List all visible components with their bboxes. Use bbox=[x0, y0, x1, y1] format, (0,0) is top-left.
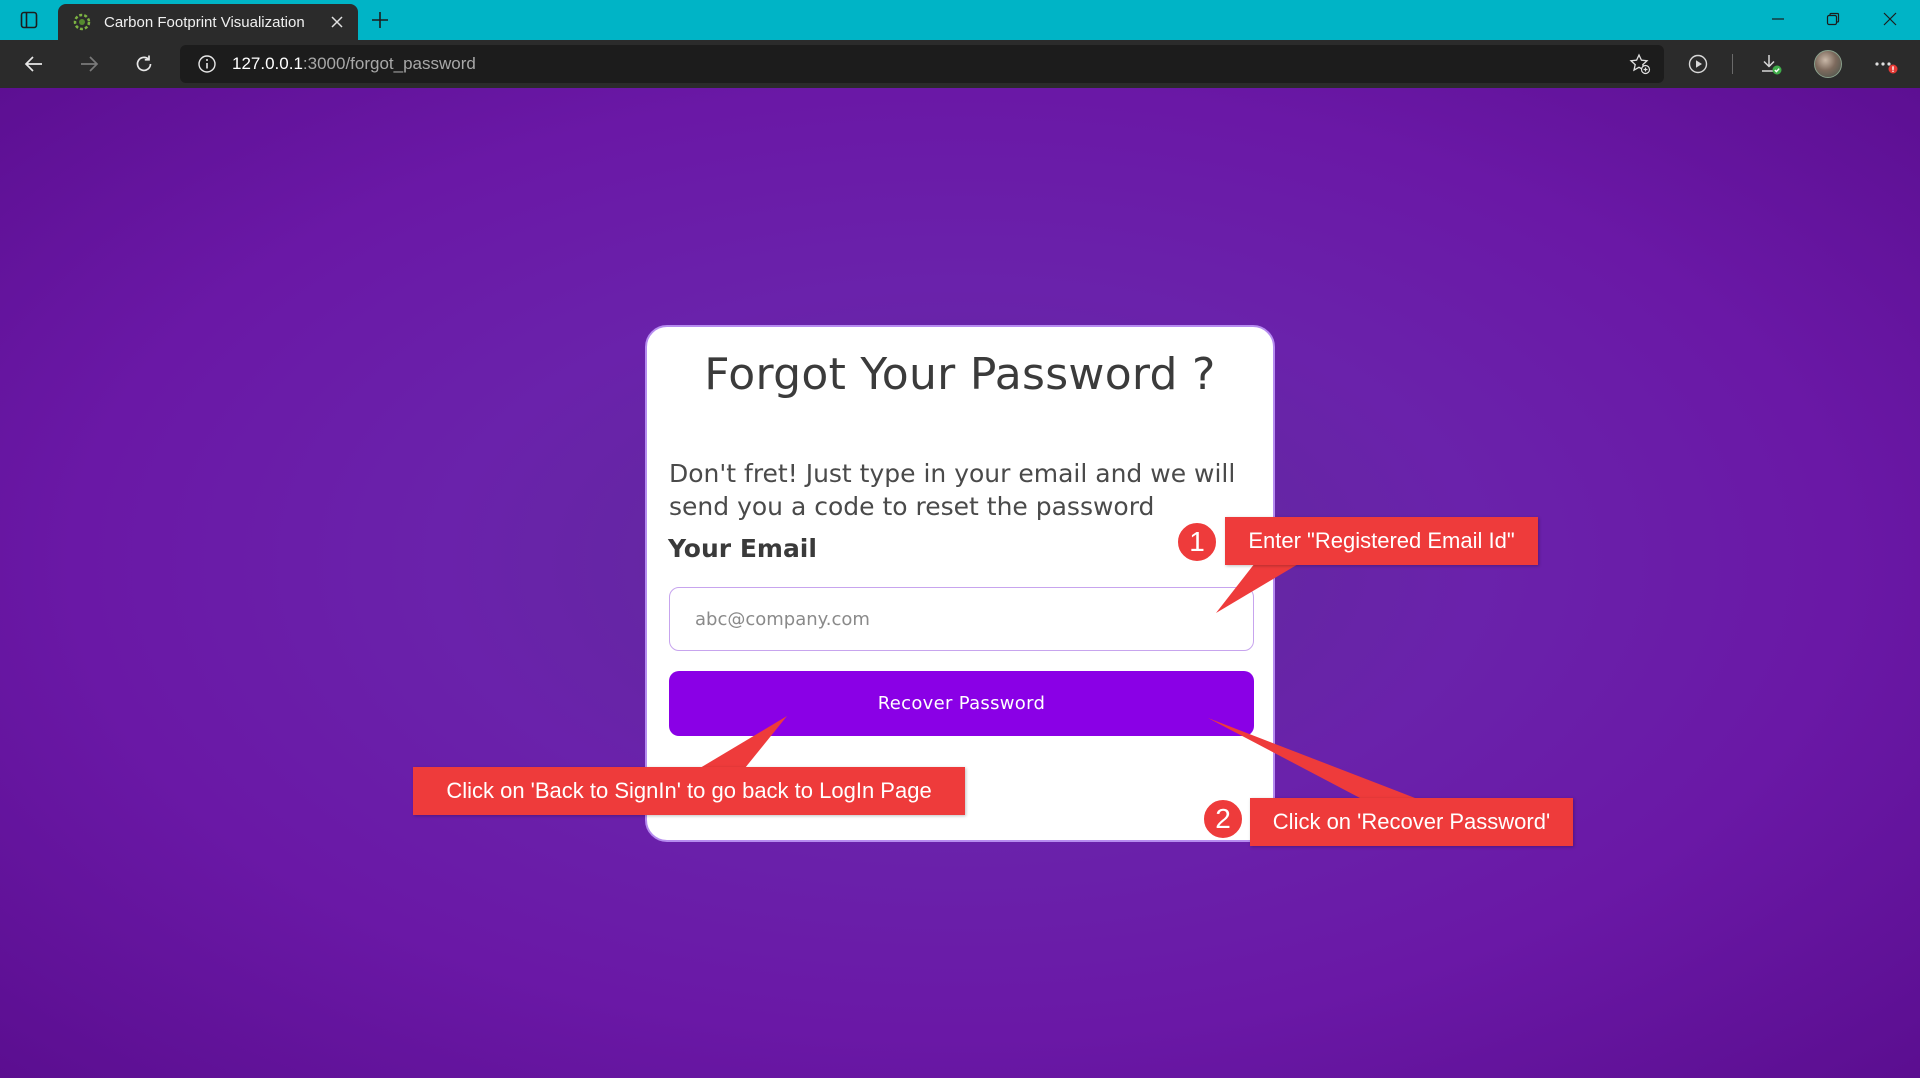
forgot-password-card: Forgot Your Password ? Don't fret! Just … bbox=[645, 325, 1275, 842]
reload-icon[interactable] bbox=[128, 48, 160, 80]
email-input[interactable] bbox=[669, 587, 1254, 651]
url-path: :3000/forgot_password bbox=[302, 54, 476, 73]
step1-badge: 1 bbox=[1176, 521, 1218, 563]
more-menu-icon[interactable] bbox=[1872, 50, 1900, 78]
back-arrow-icon[interactable] bbox=[18, 48, 50, 80]
browser-titlebar: Carbon Footprint Visualization bbox=[0, 0, 1920, 40]
toolbar-divider bbox=[1732, 54, 1733, 74]
new-tab-icon[interactable] bbox=[366, 6, 394, 34]
close-window-icon[interactable] bbox=[1868, 4, 1912, 34]
page-title: Forgot Your Password ? bbox=[704, 349, 1216, 400]
add-favorite-icon[interactable] bbox=[1628, 52, 1652, 76]
page-background: Forgot Your Password ? Don't fret! Just … bbox=[0, 88, 1920, 1078]
recover-password-button[interactable]: Recover Password bbox=[669, 671, 1254, 736]
email-label: Your Email bbox=[668, 534, 817, 563]
browser-tab[interactable]: Carbon Footprint Visualization bbox=[58, 4, 358, 40]
leaf-favicon-icon bbox=[72, 12, 92, 32]
sidebar-toggle-icon[interactable] bbox=[18, 9, 40, 31]
site-info-icon[interactable] bbox=[196, 53, 218, 75]
url-text[interactable]: 127.0.0.1:3000/forgot_password bbox=[232, 54, 476, 74]
step2-callout: Click on 'Recover Password' bbox=[1250, 798, 1573, 846]
read-aloud-icon[interactable] bbox=[1684, 50, 1712, 78]
restore-icon[interactable] bbox=[1811, 4, 1855, 34]
profile-avatar[interactable] bbox=[1814, 50, 1842, 78]
tab-close-icon[interactable] bbox=[322, 7, 352, 37]
back-to-signin-callout: Click on 'Back to SignIn' to go back to … bbox=[413, 767, 965, 815]
instruction-text: Don't fret! Just type in your email and … bbox=[669, 459, 1236, 521]
downloads-icon[interactable] bbox=[1757, 50, 1785, 78]
forward-arrow-icon[interactable] bbox=[73, 48, 105, 80]
address-bar[interactable]: 127.0.0.1:3000/forgot_password bbox=[180, 45, 1664, 83]
browser-toolbar: 127.0.0.1:3000/forgot_password bbox=[0, 40, 1920, 88]
minimize-icon[interactable] bbox=[1756, 4, 1800, 34]
tab-title: Carbon Footprint Visualization bbox=[104, 13, 305, 31]
step1-callout: Enter "Registered Email Id" bbox=[1225, 517, 1538, 565]
step2-badge: 2 bbox=[1202, 798, 1244, 840]
url-host: 127.0.0.1 bbox=[232, 54, 303, 73]
